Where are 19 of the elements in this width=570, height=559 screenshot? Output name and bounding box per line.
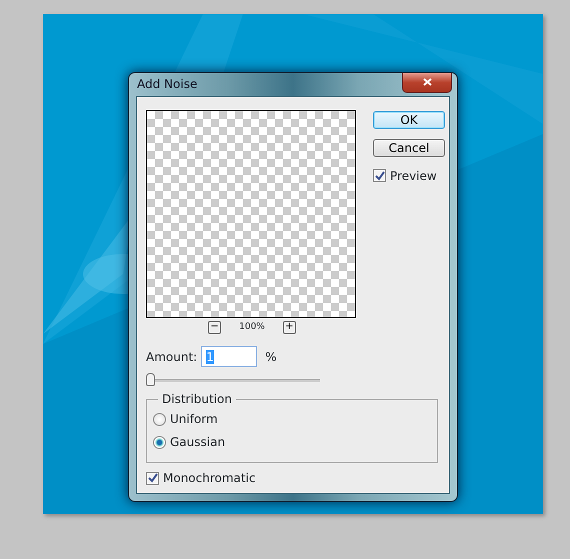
dialog-button[interactable]: Cancel — [373, 138, 445, 156]
preview-checkbox[interactable]: Preview — [373, 166, 445, 184]
zoom-in-button[interactable]: + — [282, 320, 296, 334]
close-icon — [422, 78, 432, 86]
zoom-out-button[interactable]: − — [208, 320, 222, 334]
check-icon — [148, 473, 158, 483]
amount-slider[interactable] — [146, 373, 320, 387]
close-button[interactable] — [402, 73, 452, 93]
unit-label: % — [265, 348, 277, 366]
monochromatic-checkbox[interactable]: Monochromatic — [146, 469, 358, 487]
group-legend: Distribution — [158, 392, 236, 406]
check-icon — [374, 170, 384, 180]
zoom-level: 100% — [239, 320, 265, 334]
radio-option[interactable]: Uniform — [153, 410, 431, 428]
amount-label: Amount: — [146, 348, 198, 366]
radio-option[interactable]: Gaussian — [153, 433, 431, 451]
window-title: Add Noise — [136, 76, 198, 94]
dialog-button[interactable]: OK — [373, 110, 445, 128]
slider-thumb[interactable] — [146, 373, 155, 386]
